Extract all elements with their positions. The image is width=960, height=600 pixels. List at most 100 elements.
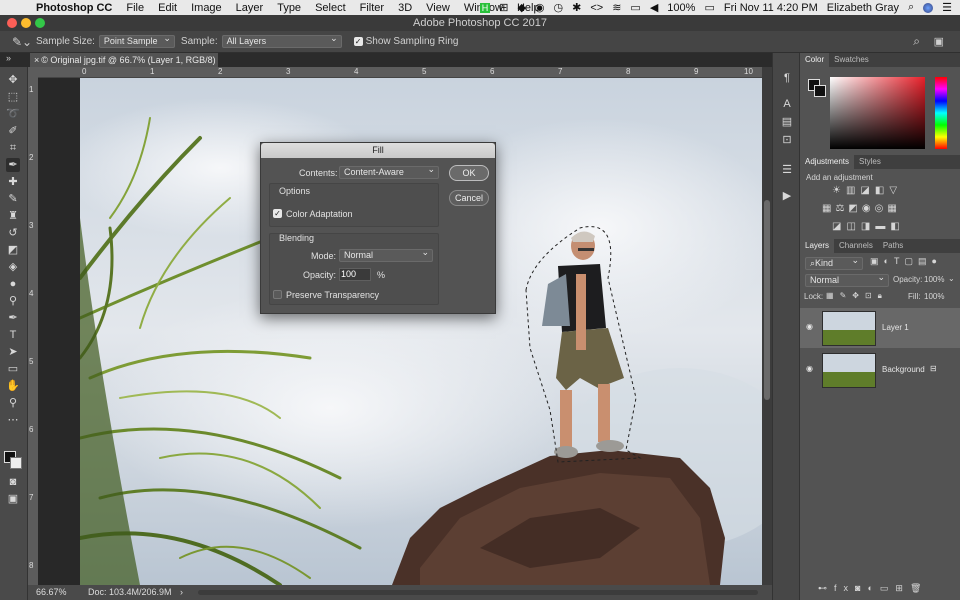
color-lookup-icon[interactable]: ▦ [887,203,900,214]
grid-icon[interactable]: ⊞ [499,1,508,14]
menu-layer[interactable]: Layer [229,2,271,14]
sample-size-select[interactable]: Point Sample [98,33,175,48]
smart-object-filter-icon[interactable]: ▤ [918,256,932,266]
zoom-tool-icon[interactable]: ⚲ [6,396,20,410]
layer-blend-mode-select[interactable]: Normal [805,272,889,287]
close-window-button[interactable] [7,18,17,28]
new-group-icon[interactable]: ▭ [880,583,896,593]
battery-level[interactable]: 100% [667,2,695,14]
brush-tool-icon[interactable]: ✎ [6,192,20,206]
tab-swatches[interactable]: Swatches [829,53,874,67]
history-icon[interactable]: ☰ [780,163,794,177]
pixel-filter-icon[interactable]: ▣ [870,256,884,266]
quick-mask-icon[interactable]: ◙ [6,475,20,489]
more-tools-icon[interactable]: ⋯ [6,413,20,427]
visibility-eye-icon[interactable]: ◉ [806,364,813,373]
menubar-user[interactable]: Elizabeth Gray [827,2,899,14]
blur-tool-icon[interactable]: ● [6,277,20,291]
history-brush-tool-icon[interactable]: ↺ [6,226,20,240]
ok-button[interactable]: OK [449,165,489,181]
bluetooth-icon[interactable]: ✱ [572,1,581,14]
rectangle-tool-icon[interactable]: ▭ [6,362,20,376]
black-white-icon[interactable]: ◩ [848,203,861,214]
cancel-button[interactable]: Cancel [449,190,489,206]
lock-position-icon[interactable]: ✥ [852,291,865,300]
layer-row[interactable]: ◉ Background ⊟ [800,350,960,390]
crop-tool-icon[interactable]: ⌗ [6,141,20,155]
status-menu-icon[interactable]: › [180,585,183,600]
layer-filter-kind-select[interactable]: ⌕Kind [805,255,863,270]
menu-view[interactable]: View [419,2,457,14]
lasso-tool-icon[interactable]: ➰ [6,107,20,121]
eye-icon[interactable]: ◉ [535,1,545,14]
eyedropper-tool-icon[interactable]: ✒ [6,158,20,172]
hue-saturation-icon[interactable]: ▦ [822,203,835,214]
code-icon[interactable]: <> [590,2,603,14]
info-icon[interactable]: ⊡ [780,133,794,147]
tab-layers[interactable]: Layers [800,239,835,253]
background-color-swatch[interactable] [10,457,22,469]
sample-select[interactable]: All Layers [221,33,342,48]
lock-all-icon[interactable]: 🔒︎ [878,291,888,300]
type-filter-icon[interactable]: T [894,256,905,266]
new-adjustment-layer-icon[interactable]: ◐ [867,583,879,593]
channel-mixer-icon[interactable]: ◎ [875,203,888,214]
menu-type[interactable]: Type [270,2,308,14]
fill-value[interactable]: 100% [924,292,944,301]
spotlight-icon[interactable]: ⌕ [908,1,914,14]
menu-filter[interactable]: Filter [353,2,391,14]
link-layers-icon[interactable]: ⊷ [818,583,834,593]
menu-file[interactable]: File [119,2,151,14]
gradient-map-icon[interactable]: ▬ [875,221,890,232]
delete-layer-icon[interactable]: 🗑︎ [910,583,928,593]
menu-3d[interactable]: 3D [391,2,419,14]
visibility-eye-icon[interactable]: ◉ [806,322,813,331]
menu-app-name[interactable]: Photoshop CC [30,2,119,14]
libraries-icon[interactable]: ▤ [780,115,794,129]
paint-bucket-tool-icon[interactable]: ◈ [6,260,20,274]
adjustment-filter-icon[interactable]: ◐ [884,256,894,266]
color-adaptation-checkbox[interactable]: ✓ [273,209,282,218]
show-sampling-ring-checkbox[interactable]: ✓ [353,37,363,46]
battery-icon[interactable]: ▭ [704,1,714,14]
notification-center-icon[interactable]: ☰ [942,1,952,14]
panel-collapse-icon[interactable]: » [6,53,26,67]
healing-brush-tool-icon[interactable]: ✚ [6,175,20,189]
layer-opacity-value[interactable]: 100% [924,275,944,284]
tab-paths[interactable]: Paths [878,239,908,253]
airplay-icon[interactable]: ▭ [630,1,640,14]
workspace-icon[interactable]: ▣ [934,35,944,48]
layer-style-icon[interactable]: fx [834,583,855,593]
marquee-tool-icon[interactable]: ⬚ [6,90,20,104]
search-icon[interactable]: ⌕ [913,34,920,49]
eyedropper-tool-preset-icon[interactable]: ✎⌄ [0,35,36,49]
close-document-icon[interactable]: × [34,55,39,65]
menu-select[interactable]: Select [308,2,353,14]
pen-tool-icon[interactable]: ✒ [6,311,20,325]
actions-play-icon[interactable]: ▶ [780,189,794,203]
wifi-icon[interactable]: ≋ [612,1,621,14]
menu-image[interactable]: Image [184,2,229,14]
curves-icon[interactable]: ◪ [860,185,874,196]
scrollbar-thumb[interactable] [764,200,770,400]
tab-color[interactable]: Color [800,53,830,67]
paragraph-icon[interactable]: ¶ [780,71,794,85]
opacity-input[interactable]: 100 [339,268,371,281]
volume-icon[interactable]: ◀ [650,1,658,14]
photo-filter-icon[interactable]: ◉ [862,203,875,214]
siri-icon[interactable] [923,2,934,13]
preserve-transparency-checkbox[interactable] [273,290,282,299]
color-picker-field[interactable] [830,77,925,149]
eraser-tool-icon[interactable]: ◩ [6,243,20,257]
contents-select[interactable]: Content-Aware [339,164,439,179]
layer-row[interactable]: ◉ Layer 1 [800,308,960,348]
path-selection-tool-icon[interactable]: ➤ [6,345,20,359]
menu-edit[interactable]: Edit [151,2,184,14]
menubar-clock[interactable]: Fri Nov 11 4:20 PM [724,2,818,14]
mode-select[interactable]: Normal [339,247,433,262]
type-tool-icon[interactable]: T [6,328,20,342]
levels-icon[interactable]: ▥ [846,185,860,196]
hue-slider[interactable] [935,77,947,149]
dodge-tool-icon[interactable]: ⚲ [6,294,20,308]
layer-name[interactable]: Layer 1 [882,323,909,332]
